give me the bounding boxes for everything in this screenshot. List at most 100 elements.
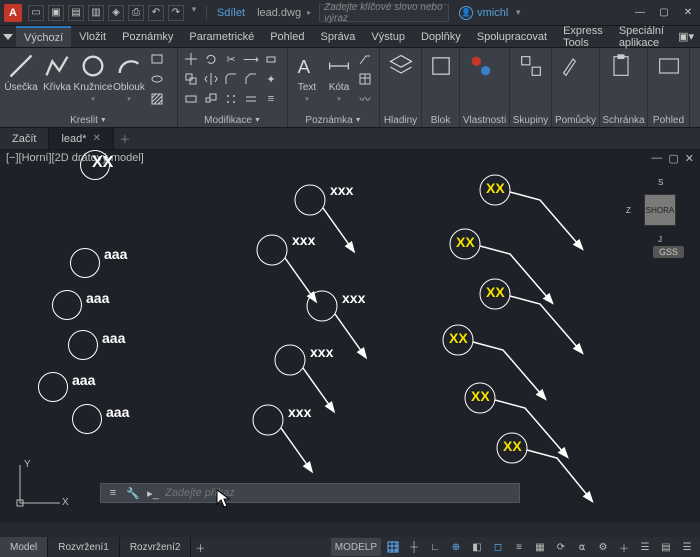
tab-addins[interactable]: Doplňky bbox=[413, 26, 469, 47]
user-icon[interactable]: 👤 bbox=[459, 6, 473, 20]
trim-icon[interactable]: ✂ bbox=[222, 50, 240, 68]
tab-home[interactable]: Výchozí bbox=[16, 26, 71, 47]
block-button[interactable] bbox=[426, 50, 455, 114]
mirror-icon[interactable] bbox=[202, 70, 220, 88]
qat-save-icon[interactable]: ▤ bbox=[68, 5, 84, 21]
qat-saveas-icon[interactable]: ▥ bbox=[88, 5, 104, 21]
user-name[interactable]: vmichl bbox=[477, 7, 508, 19]
text-button[interactable]: AText▾ bbox=[292, 50, 322, 114]
qat-plot-icon[interactable]: ⎙ bbox=[128, 5, 144, 21]
command-input[interactable] bbox=[165, 487, 515, 499]
fillet-icon[interactable] bbox=[222, 70, 240, 88]
doc-tab-add-icon[interactable]: ＋ bbox=[114, 128, 136, 149]
erase-icon[interactable] bbox=[262, 50, 280, 68]
osnap-icon[interactable]: ◻ bbox=[489, 538, 507, 556]
layout-add-icon[interactable]: ＋ bbox=[191, 537, 209, 557]
share-link[interactable]: Sdílet bbox=[217, 7, 245, 19]
cloud-icon[interactable]: 〰 bbox=[356, 90, 374, 108]
stretch-icon[interactable] bbox=[182, 90, 200, 108]
restore-icon[interactable]: ▢ bbox=[656, 5, 672, 21]
dimension-button[interactable]: Kóta▾ bbox=[324, 50, 354, 114]
doc-tab-close-icon[interactable]: ✕ bbox=[93, 133, 101, 144]
cmd-handle-icon[interactable]: ≡ bbox=[105, 485, 121, 501]
command-line[interactable]: ≡ 🔧 ▸_ bbox=[100, 483, 520, 503]
utilities-button[interactable] bbox=[556, 50, 590, 114]
label-xx: XX bbox=[486, 180, 505, 196]
tab-express[interactable]: Express Tools bbox=[555, 26, 611, 47]
tab-output[interactable]: Výstup bbox=[363, 26, 413, 47]
cmd-customize-icon[interactable]: 🔧 bbox=[125, 485, 141, 501]
panel-utils-title: Pomůcky bbox=[556, 114, 595, 127]
join-icon[interactable]: ≡ bbox=[262, 90, 280, 108]
iso-icon[interactable]: ◧ bbox=[468, 538, 486, 556]
panel-groups-title: Skupiny bbox=[514, 114, 547, 127]
layout2-tab[interactable]: Rozvržení2 bbox=[120, 537, 192, 557]
polar-icon[interactable]: ⊕ bbox=[447, 538, 465, 556]
offset-icon[interactable] bbox=[242, 90, 260, 108]
chamfer-icon[interactable] bbox=[242, 70, 260, 88]
app-logo[interactable]: A bbox=[4, 4, 22, 22]
qat-undo-icon[interactable]: ↶ bbox=[148, 5, 164, 21]
svg-text:A: A bbox=[298, 56, 311, 77]
scale-icon[interactable] bbox=[202, 90, 220, 108]
minimize-icon[interactable]: — bbox=[632, 5, 648, 21]
tab-collab[interactable]: Spolupracovat bbox=[469, 26, 555, 47]
tab-annotate[interactable]: Poznámky bbox=[114, 26, 181, 47]
user-menu-icon[interactable]: ▼ bbox=[514, 8, 522, 17]
model-tab[interactable]: Model bbox=[0, 537, 48, 557]
groups-button[interactable] bbox=[514, 50, 547, 114]
cycling-icon[interactable]: ⟳ bbox=[552, 538, 570, 556]
units-icon[interactable]: ☰ bbox=[636, 538, 654, 556]
qprop-icon[interactable]: ▤ bbox=[657, 538, 675, 556]
annoscale-icon[interactable]: ⍺ bbox=[573, 538, 591, 556]
qat-open-icon[interactable]: ▣ bbox=[48, 5, 64, 21]
rotate-icon[interactable] bbox=[202, 50, 220, 68]
cmd-prompt-icon: ▸_ bbox=[145, 485, 161, 501]
layout1-tab[interactable]: Rozvržení1 bbox=[48, 537, 120, 557]
snap-icon[interactable]: ┼ bbox=[405, 538, 423, 556]
drawing-canvas[interactable]: [−][Horní][2D drátový model] — ▢ ✕ S Z J… bbox=[0, 150, 700, 523]
qat-more-icon[interactable]: ▼ bbox=[190, 5, 198, 21]
clipboard-button[interactable] bbox=[604, 50, 638, 114]
copy-icon[interactable] bbox=[182, 70, 200, 88]
help-search-input[interactable]: Zadejte klíčové slovo nebo výraz bbox=[319, 4, 449, 22]
annomon-icon[interactable]: ＋ bbox=[615, 538, 633, 556]
lwt-icon[interactable]: ≡ bbox=[510, 538, 528, 556]
transparency-icon[interactable]: ▦ bbox=[531, 538, 549, 556]
tab-parametric[interactable]: Parametrické bbox=[181, 26, 262, 47]
explode-icon[interactable]: ✦ bbox=[262, 70, 280, 88]
layers-button[interactable] bbox=[384, 50, 417, 114]
qat-redo-icon[interactable]: ↷ bbox=[168, 5, 184, 21]
extend-icon[interactable]: ⟶ bbox=[242, 50, 260, 68]
tab-manage[interactable]: Správa bbox=[312, 26, 363, 47]
ortho-icon[interactable]: ∟ bbox=[426, 538, 444, 556]
properties-button[interactable] bbox=[464, 50, 498, 114]
custom-icon[interactable]: ☰ bbox=[678, 538, 696, 556]
circle-button[interactable]: Kružnice▾ bbox=[76, 50, 110, 114]
doc-tab-file[interactable]: lead*✕ bbox=[49, 128, 113, 149]
modelspace-toggle[interactable]: MODELP bbox=[331, 538, 381, 556]
grid-icon[interactable] bbox=[384, 538, 402, 556]
hatch-icon[interactable] bbox=[148, 90, 166, 108]
title-history-icon[interactable]: ▸ bbox=[307, 8, 311, 17]
tab-insert[interactable]: Vložit bbox=[71, 26, 114, 47]
qat-web-icon[interactable]: ◈ bbox=[108, 5, 124, 21]
workspace-icon[interactable]: ⚙ bbox=[594, 538, 612, 556]
polyline-button[interactable]: Křivka bbox=[40, 50, 74, 114]
doc-tab-start[interactable]: Začít bbox=[0, 128, 49, 149]
qat-new-icon[interactable]: ▭ bbox=[28, 5, 44, 21]
ellipse-icon[interactable] bbox=[148, 70, 166, 88]
arc-button[interactable]: Oblouk▾ bbox=[112, 50, 146, 114]
close-icon[interactable]: ✕ bbox=[680, 5, 696, 21]
app-menu-button[interactable] bbox=[0, 26, 16, 47]
tab-view[interactable]: Pohled bbox=[262, 26, 312, 47]
move-icon[interactable] bbox=[182, 50, 200, 68]
table-icon[interactable] bbox=[356, 70, 374, 88]
tab-featured[interactable]: Speciální aplikace bbox=[611, 26, 672, 47]
leader-icon[interactable] bbox=[356, 50, 374, 68]
array-icon[interactable] bbox=[222, 90, 240, 108]
line-button[interactable]: Úsečka bbox=[4, 50, 38, 114]
ribbon-collapse-icon[interactable]: ▣▾ bbox=[672, 26, 700, 47]
viewbase-button[interactable] bbox=[652, 50, 685, 114]
rect-icon[interactable] bbox=[148, 50, 166, 68]
